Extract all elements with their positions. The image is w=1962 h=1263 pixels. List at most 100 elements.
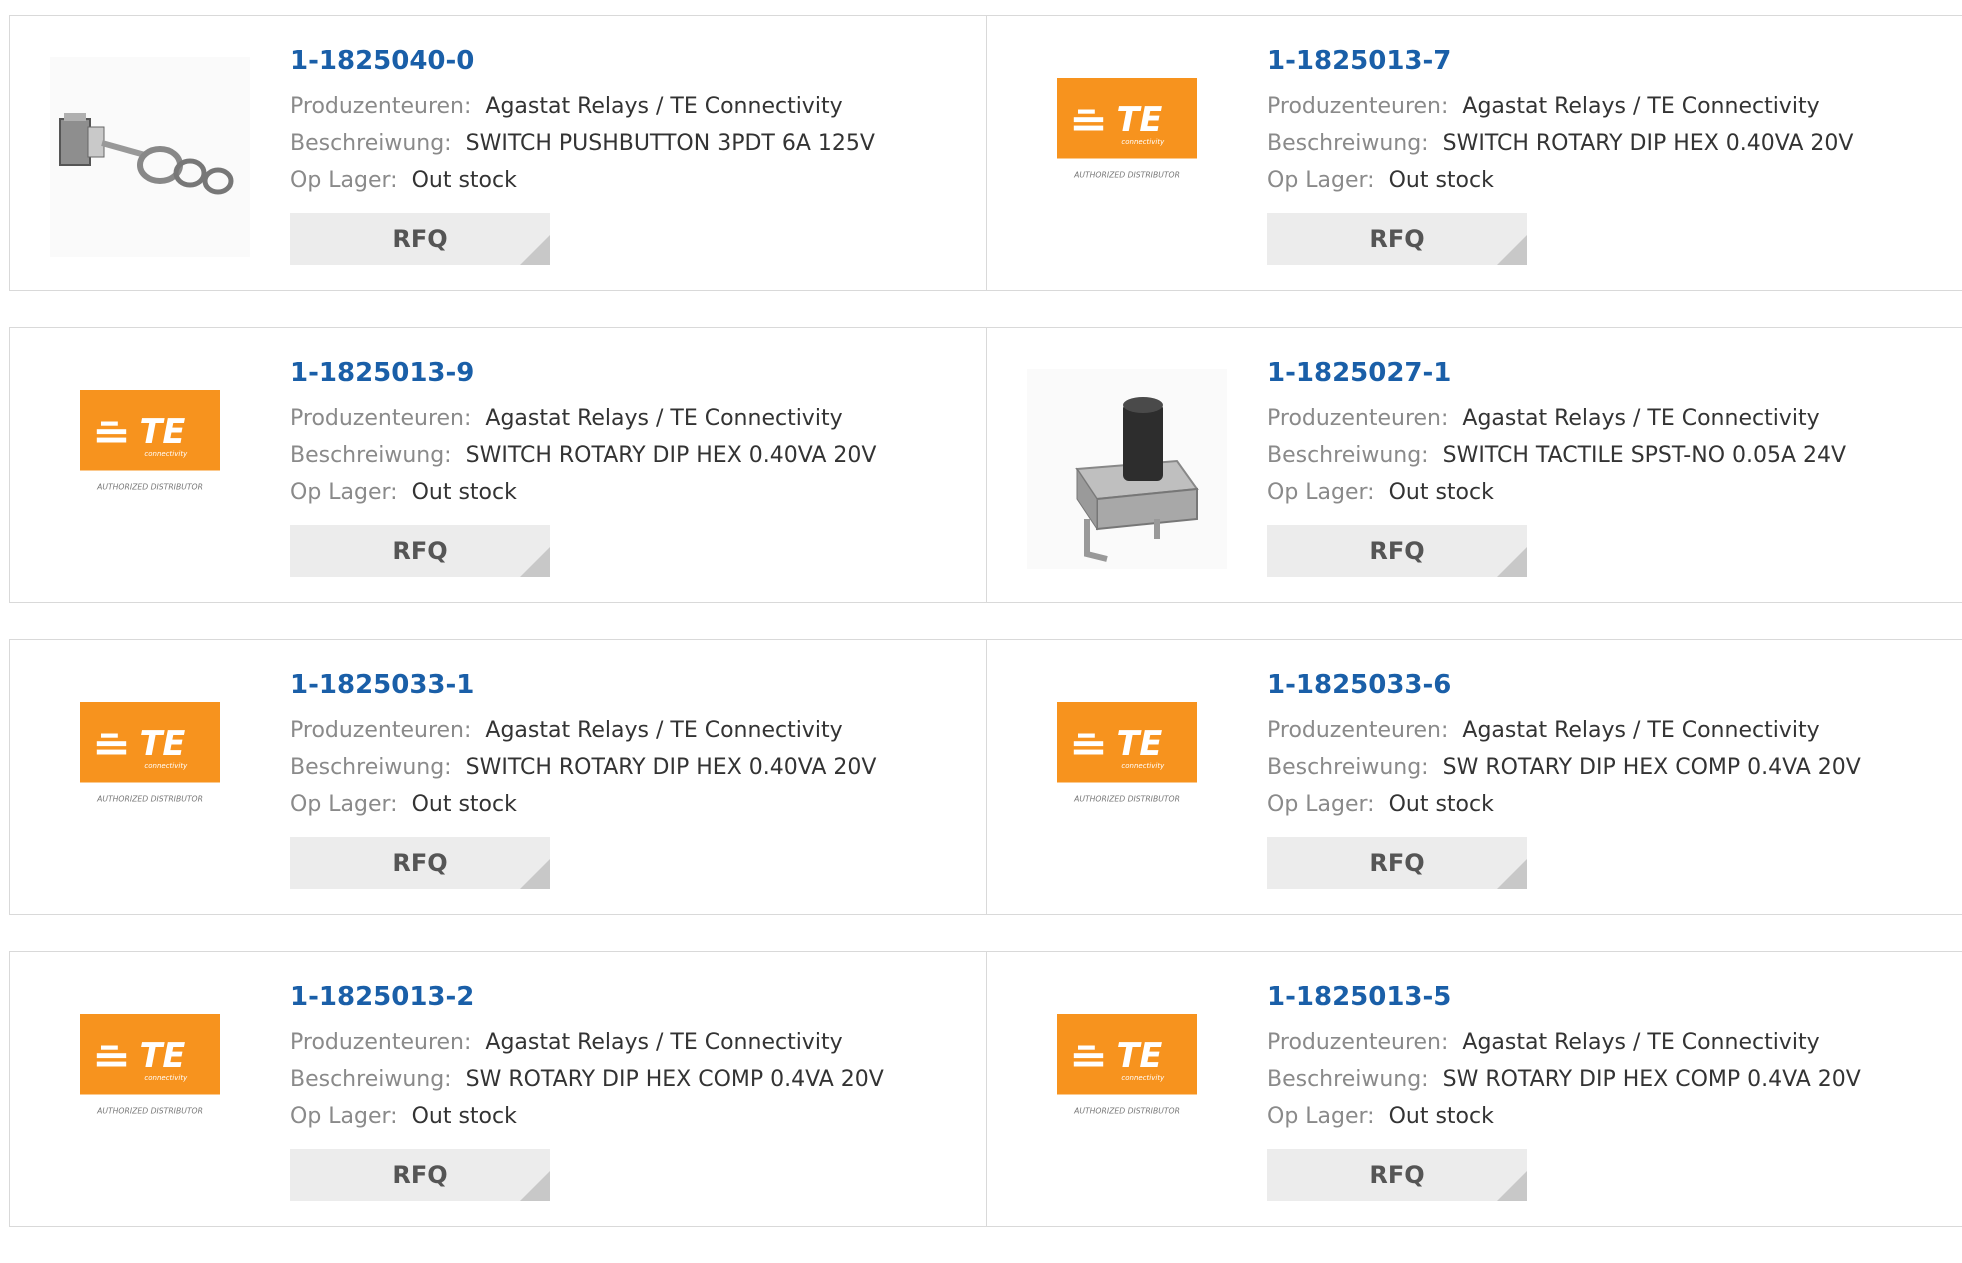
description-label: Beschreiwung: bbox=[1267, 755, 1429, 780]
rfq-label: RFQ bbox=[392, 225, 448, 253]
description-value: SWITCH TACTILE SPST-NO 0.05A 24V bbox=[1442, 443, 1847, 468]
product-image[interactable]: TE connectivity AUTHORIZED DISTRIBUTOR bbox=[1027, 681, 1227, 881]
manufacturer-value: Agastat Relays / TE Connectivity bbox=[485, 406, 843, 431]
description-label: Beschreiwung: bbox=[1267, 443, 1429, 468]
description-line: Beschreiwung: SWITCH PUSHBUTTON 3PDT 6A 1… bbox=[290, 125, 976, 162]
stock-line: Op Lager: Out stock bbox=[1267, 162, 1952, 199]
manufacturer-label: Produzenteuren: bbox=[1267, 406, 1449, 431]
stock-label: Op Lager: bbox=[1267, 792, 1375, 817]
part-number-link[interactable]: 1-1825027-1 bbox=[1267, 358, 1952, 388]
product-card: TE connectivity AUTHORIZED DISTRIBUTOR 1… bbox=[10, 640, 986, 914]
part-number-link[interactable]: 1-1825040-0 bbox=[290, 46, 976, 76]
manufacturer-label: Produzenteuren: bbox=[290, 94, 472, 119]
authorized-distributor-text: AUTHORIZED DISTRIBUTOR bbox=[1073, 1106, 1180, 1115]
te-logo-subtext: connectivity bbox=[1121, 1074, 1165, 1082]
rfq-label: RFQ bbox=[1369, 225, 1425, 253]
product-card: TE connectivity AUTHORIZED DISTRIBUTOR 1… bbox=[986, 952, 1962, 1226]
product-image[interactable] bbox=[50, 57, 250, 257]
manufacturer-value: Agastat Relays / TE Connectivity bbox=[1462, 1030, 1820, 1055]
part-number-link[interactable]: 1-1825033-6 bbox=[1267, 670, 1952, 700]
rfq-button[interactable]: RFQ bbox=[1267, 1149, 1527, 1201]
product-card: 1-1825027-1 Produzenteuren: Agastat Relay… bbox=[986, 328, 1962, 602]
manufacturer-line: Produzenteuren: Agastat Relays / TE Conne… bbox=[290, 88, 976, 125]
part-number-link[interactable]: 1-1825013-9 bbox=[290, 358, 976, 388]
part-number-link[interactable]: 1-1825033-1 bbox=[290, 670, 976, 700]
product-image[interactable]: TE connectivity AUTHORIZED DISTRIBUTOR bbox=[50, 369, 250, 569]
manufacturer-value: Agastat Relays / TE Connectivity bbox=[1462, 406, 1820, 431]
product-info: 1-1825033-6 Produzenteuren: Agastat Relay… bbox=[1267, 670, 1952, 889]
rfq-button[interactable]: RFQ bbox=[1267, 837, 1527, 889]
part-number-link[interactable]: 1-1825013-7 bbox=[1267, 46, 1952, 76]
stock-label: Op Lager: bbox=[290, 168, 398, 193]
product-image[interactable]: TE connectivity AUTHORIZED DISTRIBUTOR bbox=[1027, 57, 1227, 257]
manufacturer-line: Produzenteuren: Agastat Relays / TE Conne… bbox=[1267, 1024, 1952, 1061]
manufacturer-line: Produzenteuren: Agastat Relays / TE Conne… bbox=[290, 712, 976, 749]
te-logo-subtext: connectivity bbox=[1121, 762, 1165, 770]
manufacturer-label: Produzenteuren: bbox=[1267, 1030, 1449, 1055]
rfq-label: RFQ bbox=[392, 537, 448, 565]
stock-label: Op Lager: bbox=[1267, 168, 1375, 193]
product-info: 1-1825013-7 Produzenteuren: Agastat Relay… bbox=[1267, 46, 1952, 265]
description-line: Beschreiwung: SWITCH ROTARY DIP HEX 0.40V… bbox=[290, 437, 976, 474]
rfq-corner-decoration bbox=[520, 547, 550, 577]
te-logo-text: TE bbox=[1117, 724, 1163, 763]
product-info: 1-1825040-0 Produzenteuren: Agastat Relay… bbox=[290, 46, 976, 265]
manufacturer-line: Produzenteuren: Agastat Relays / TE Conne… bbox=[1267, 88, 1952, 125]
stock-line: Op Lager: Out stock bbox=[290, 162, 976, 199]
te-logo-text: TE bbox=[140, 412, 186, 451]
stock-label: Op Lager: bbox=[290, 480, 398, 505]
rfq-button[interactable]: RFQ bbox=[290, 525, 550, 577]
te-logo-text: TE bbox=[140, 1036, 186, 1075]
stock-value: Out stock bbox=[1388, 168, 1494, 193]
rfq-label: RFQ bbox=[1369, 849, 1425, 877]
product-info: 1-1825013-2 Produzenteuren: Agastat Relay… bbox=[290, 982, 976, 1201]
manufacturer-value: Agastat Relays / TE Connectivity bbox=[1462, 94, 1820, 119]
description-value: SW ROTARY DIP HEX COMP 0.4VA 20V bbox=[1442, 755, 1861, 780]
part-number-link[interactable]: 1-1825013-2 bbox=[290, 982, 976, 1012]
te-logo-subtext: connectivity bbox=[1121, 138, 1165, 146]
part-number-link[interactable]: 1-1825013-5 bbox=[1267, 982, 1952, 1012]
rfq-button[interactable]: RFQ bbox=[1267, 525, 1527, 577]
authorized-distributor-text: AUTHORIZED DISTRIBUTOR bbox=[96, 1106, 203, 1115]
description-label: Beschreiwung: bbox=[290, 1067, 452, 1092]
product-info: 1-1825033-1 Produzenteuren: Agastat Relay… bbox=[290, 670, 976, 889]
description-value: SWITCH ROTARY DIP HEX 0.40VA 20V bbox=[465, 755, 877, 780]
authorized-distributor-text: AUTHORIZED DISTRIBUTOR bbox=[1073, 794, 1180, 803]
description-value: SWITCH PUSHBUTTON 3PDT 6A 125V bbox=[465, 131, 875, 156]
rfq-corner-decoration bbox=[1497, 1171, 1527, 1201]
product-image[interactable]: TE connectivity AUTHORIZED DISTRIBUTOR bbox=[50, 681, 250, 881]
stock-line: Op Lager: Out stock bbox=[1267, 474, 1952, 511]
authorized-distributor-text: AUTHORIZED DISTRIBUTOR bbox=[1073, 170, 1180, 179]
product-image[interactable] bbox=[1027, 369, 1227, 569]
rfq-button[interactable]: RFQ bbox=[1267, 213, 1527, 265]
te-logo-subtext: connectivity bbox=[144, 450, 188, 458]
rfq-label: RFQ bbox=[1369, 537, 1425, 565]
description-label: Beschreiwung: bbox=[1267, 131, 1429, 156]
description-line: Beschreiwung: SW ROTARY DIP HEX COMP 0.4V… bbox=[1267, 1061, 1952, 1098]
rfq-button[interactable]: RFQ bbox=[290, 1149, 550, 1201]
description-line: Beschreiwung: SW ROTARY DIP HEX COMP 0.4V… bbox=[290, 1061, 976, 1098]
rfq-corner-decoration bbox=[520, 235, 550, 265]
manufacturer-label: Produzenteuren: bbox=[290, 1030, 472, 1055]
product-card: TE connectivity AUTHORIZED DISTRIBUTOR 1… bbox=[986, 640, 1962, 914]
product-image[interactable]: TE connectivity AUTHORIZED DISTRIBUTOR bbox=[50, 993, 250, 1193]
description-value: SW ROTARY DIP HEX COMP 0.4VA 20V bbox=[465, 1067, 884, 1092]
product-info: 1-1825013-9 Produzenteuren: Agastat Relay… bbox=[290, 358, 976, 577]
rfq-button[interactable]: RFQ bbox=[290, 837, 550, 889]
stock-label: Op Lager: bbox=[290, 792, 398, 817]
manufacturer-label: Produzenteuren: bbox=[1267, 718, 1449, 743]
description-label: Beschreiwung: bbox=[290, 755, 452, 780]
product-image[interactable]: TE connectivity AUTHORIZED DISTRIBUTOR bbox=[1027, 993, 1227, 1193]
pushbutton-switch-photo bbox=[50, 57, 250, 257]
description-label: Beschreiwung: bbox=[290, 443, 452, 468]
stock-value: Out stock bbox=[411, 168, 517, 193]
rfq-button[interactable]: RFQ bbox=[290, 213, 550, 265]
manufacturer-line: Produzenteuren: Agastat Relays / TE Conne… bbox=[290, 1024, 976, 1061]
te-connectivity-logo: TE connectivity AUTHORIZED DISTRIBUTOR bbox=[80, 702, 220, 803]
product-card: 1-1825040-0 Produzenteuren: Agastat Relay… bbox=[10, 16, 986, 290]
rfq-corner-decoration bbox=[520, 1171, 550, 1201]
description-label: Beschreiwung: bbox=[290, 131, 452, 156]
te-connectivity-logo: TE connectivity AUTHORIZED DISTRIBUTOR bbox=[1057, 702, 1197, 803]
stock-value: Out stock bbox=[1388, 480, 1494, 505]
stock-line: Op Lager: Out stock bbox=[290, 1098, 976, 1135]
